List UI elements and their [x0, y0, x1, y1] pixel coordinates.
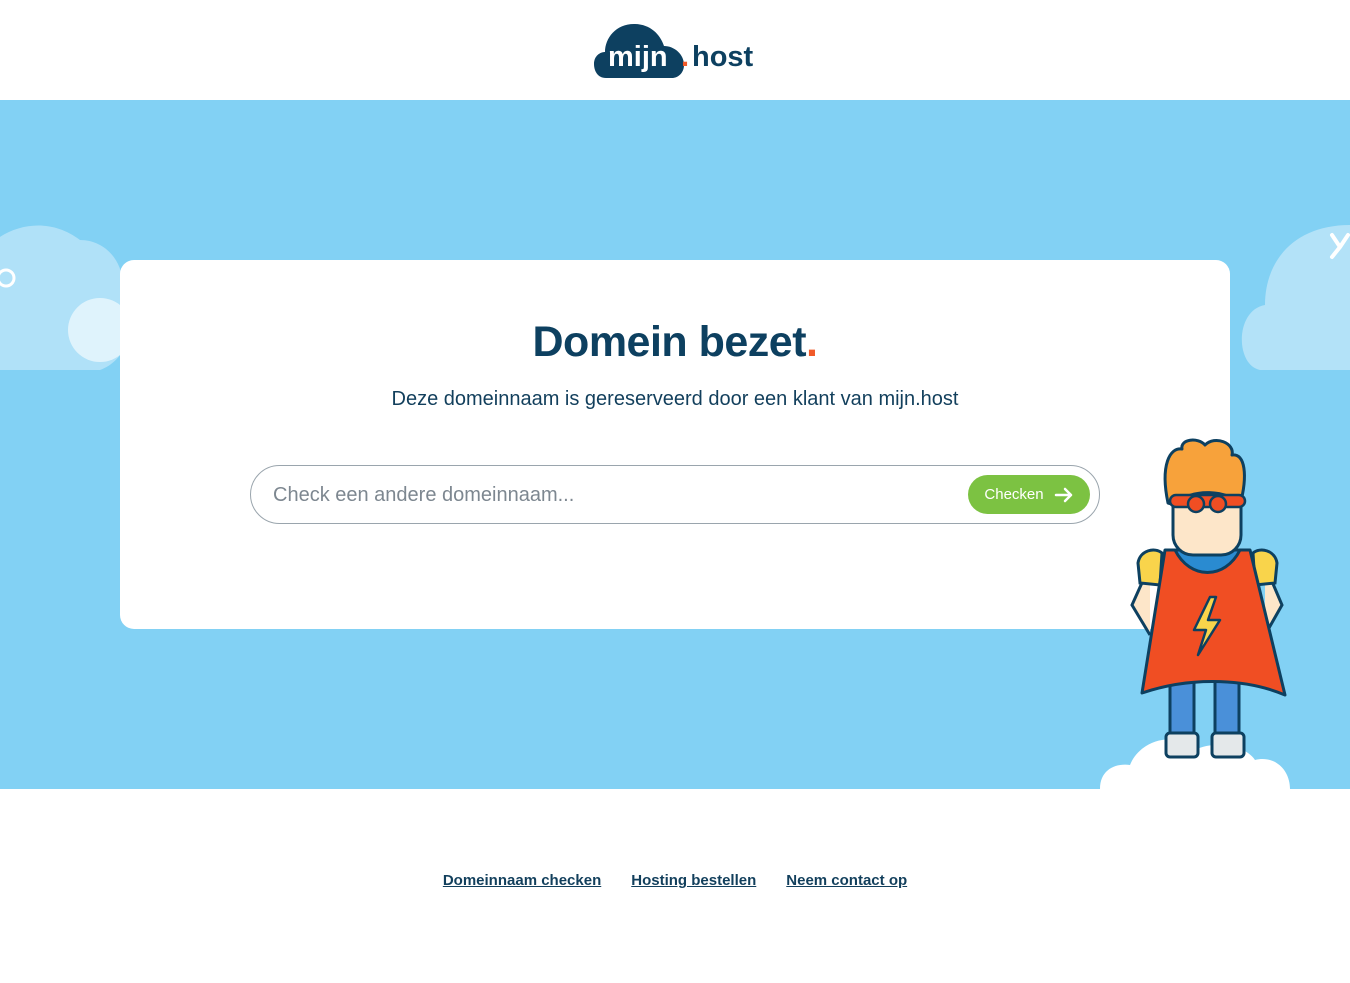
page-subtitle: Deze domeinnaam is gereserveerd door een…: [391, 388, 959, 410]
cloud-icon: [1241, 225, 1350, 370]
superhero-mascot-icon: [1130, 438, 1287, 759]
logo-text-dot: .: [681, 41, 689, 73]
arrow-right-icon: [1054, 487, 1072, 502]
site-footer: Domeinnaam checken Hosting bestellen Nee…: [0, 789, 1350, 983]
domain-taken-card: Domein bezet. Deze domeinnaam is gereser…: [120, 260, 1230, 629]
domain-search-bar: Checken: [250, 465, 1100, 524]
footer-links: Domeinnaam checken Hosting bestellen Nee…: [0, 872, 1350, 889]
check-button[interactable]: Checken: [968, 475, 1090, 514]
footer-link-contact[interactable]: Neem contact op: [786, 872, 907, 889]
footer-link-domeinnaam-checken[interactable]: Domeinnaam checken: [443, 872, 601, 889]
cloud-logo-icon: mijn . host: [594, 24, 754, 78]
domain-search-input[interactable]: [271, 476, 955, 514]
mijn-host-logo[interactable]: mijn . host: [594, 22, 760, 80]
logo-text-host: host: [692, 41, 754, 73]
cloud-icon: [0, 225, 130, 370]
site-header: mijn . host: [0, 0, 1350, 100]
title-dot: .: [806, 318, 818, 366]
logo-text-mijn: mijn: [608, 41, 668, 73]
hero-section: Domein bezet. Deze domeinnaam is gereser…: [0, 100, 1350, 789]
page-title-text: Domein bezet: [532, 318, 807, 366]
footer-link-hosting-bestellen[interactable]: Hosting bestellen: [631, 872, 756, 889]
page-title: Domein bezet.: [120, 318, 1230, 367]
check-button-label: Checken: [984, 486, 1044, 503]
